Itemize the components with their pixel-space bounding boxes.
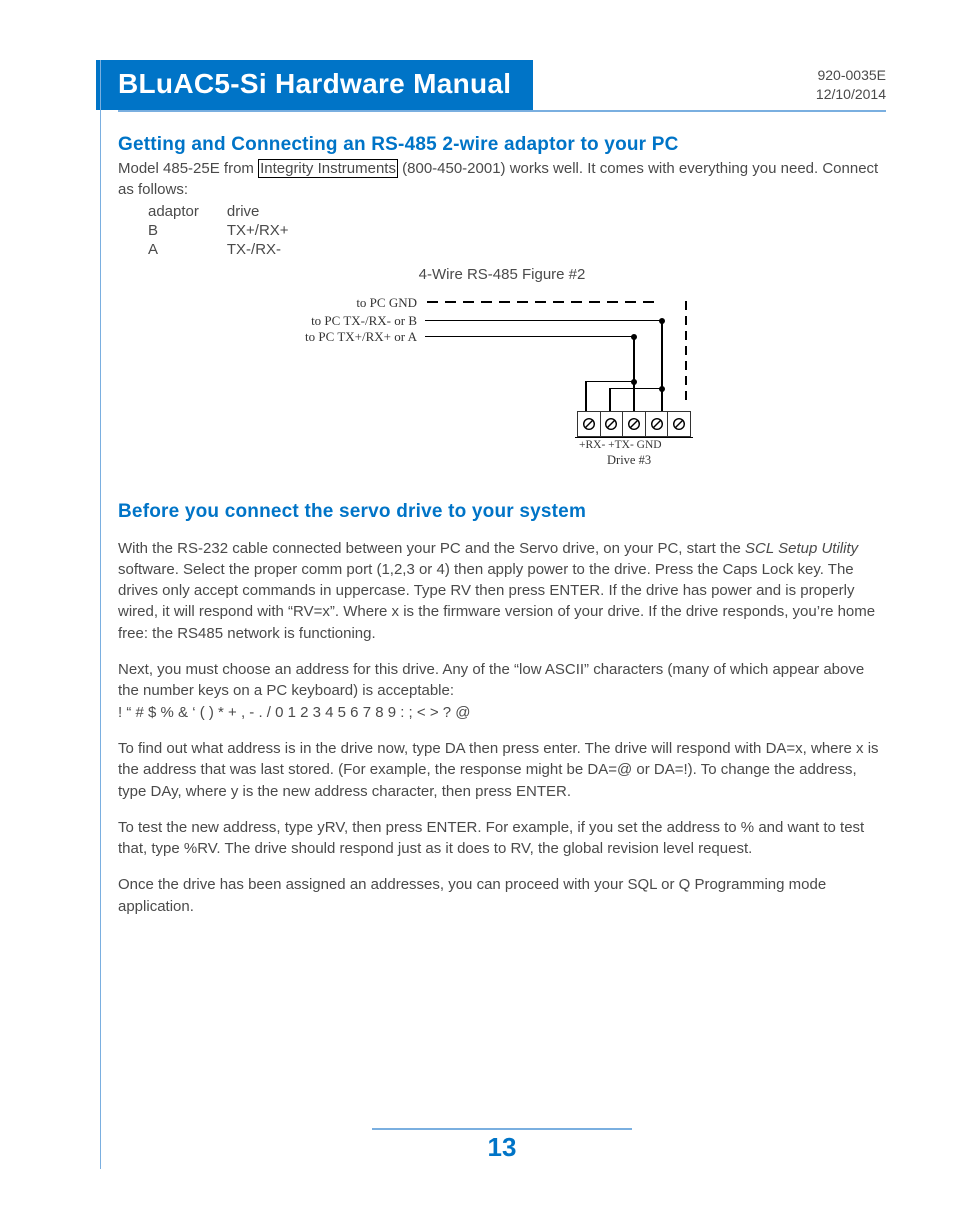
jumper-rxminus-v bbox=[609, 388, 611, 411]
s2-p2: Next, you must choose an address for thi… bbox=[118, 659, 886, 702]
tbl-r1c2: TX+/RX+ bbox=[227, 222, 315, 239]
dashed-gnd-v bbox=[685, 301, 687, 400]
header-rule bbox=[118, 110, 886, 112]
jumper-minus-h bbox=[609, 388, 662, 390]
s2-p4: To test the new address, type yRV, then … bbox=[118, 817, 886, 860]
screw-terminal-icon bbox=[578, 412, 601, 436]
node-b bbox=[659, 318, 665, 324]
terminal-block bbox=[577, 411, 691, 437]
wire-b-h bbox=[425, 320, 663, 322]
wire-a-v bbox=[633, 336, 635, 381]
section1-heading: Getting and Connecting an RS-485 2-wire … bbox=[118, 134, 886, 156]
title-banner: BLuAC5-Si Hardware Manual bbox=[96, 60, 533, 110]
node-a bbox=[631, 334, 637, 340]
doc-number: 920-0035E bbox=[816, 66, 886, 85]
screw-terminal-icon bbox=[646, 412, 669, 436]
drive-label: Drive #3 bbox=[607, 453, 651, 468]
s2-p1b: software. Select the proper comm port (1… bbox=[118, 561, 875, 642]
wire-b-v bbox=[661, 320, 663, 388]
integrity-instruments-link[interactable]: Integrity Instruments bbox=[258, 159, 398, 178]
section2-heading: Before you connect the servo drive to yo… bbox=[118, 501, 886, 523]
jumper-rxplus-v bbox=[585, 381, 587, 411]
tbl-r1c1: B bbox=[148, 222, 225, 239]
pin-labels: +RX- +TX- GND bbox=[579, 439, 662, 451]
jumper-plus-h bbox=[585, 381, 634, 383]
page-footer: 13 bbox=[118, 1128, 886, 1163]
tbl-h2: drive bbox=[227, 203, 315, 220]
s2-p5: Once the drive has been assigned an addr… bbox=[118, 874, 886, 917]
s2-chars: ! “ # $ % & ‘ ( ) * + , - . / 0 1 2 3 4 … bbox=[118, 702, 886, 723]
wire-a-h bbox=[425, 336, 635, 338]
term-underline bbox=[575, 437, 693, 438]
label-gnd: to PC GND bbox=[356, 295, 417, 311]
page-number-rule bbox=[372, 1128, 632, 1130]
doc-meta: 920-0035E 12/10/2014 bbox=[816, 66, 886, 104]
s2-p1a: With the RS-232 cable connected between … bbox=[118, 540, 745, 557]
doc-title: BLuAC5-Si Hardware Manual bbox=[118, 68, 511, 100]
page-number: 13 bbox=[118, 1132, 886, 1163]
s2-p1: With the RS-232 cable connected between … bbox=[118, 538, 886, 644]
screw-terminal-icon bbox=[601, 412, 624, 436]
section1-body: Model 485-25E from Integrity Instruments… bbox=[118, 158, 886, 201]
figure-caption: 4-Wire RS-485 Figure #2 bbox=[118, 266, 886, 283]
screw-terminal-icon bbox=[623, 412, 646, 436]
doc-date: 12/10/2014 bbox=[816, 85, 886, 104]
jumper-txplus-v bbox=[633, 381, 635, 411]
jumper-txminus-v bbox=[661, 388, 663, 411]
tbl-h1: adaptor bbox=[148, 203, 225, 220]
label-b: to PC TX-/RX- or B bbox=[311, 313, 417, 329]
adaptor-table: adaptor drive B TX+/RX+ A TX-/RX- bbox=[146, 201, 317, 260]
figure-wrap: to PC GND to PC TX-/RX- or B to PC TX+/R… bbox=[118, 289, 886, 479]
tbl-r2c2: TX-/RX- bbox=[227, 241, 315, 258]
s2-p3: To find out what address is in the drive… bbox=[118, 738, 886, 802]
tbl-r2c1: A bbox=[148, 241, 225, 258]
s1-prefix: Model 485-25E from bbox=[118, 160, 258, 177]
wiring-diagram: to PC GND to PC TX-/RX- or B to PC TX+/R… bbox=[287, 289, 717, 479]
dashed-gnd-h bbox=[427, 301, 687, 303]
s2-p1-ital: SCL Setup Utility bbox=[745, 540, 858, 557]
screw-terminal-icon bbox=[668, 412, 690, 436]
vertical-page-rule bbox=[100, 60, 101, 1169]
label-a: to PC TX+/RX+ or A bbox=[305, 329, 417, 345]
